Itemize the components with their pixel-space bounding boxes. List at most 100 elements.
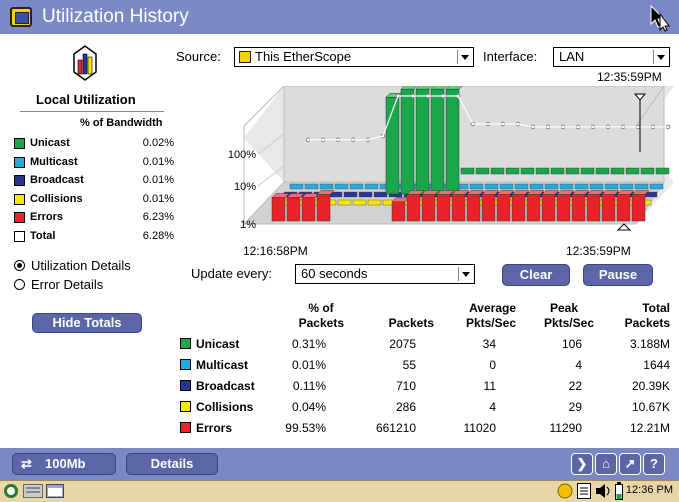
table-row: Multicast 0.01% 55 0 4 1644 xyxy=(180,355,670,375)
cell-pct: 99.53% xyxy=(285,421,326,435)
network-status-icon xyxy=(557,483,573,499)
unicast-bar xyxy=(535,167,550,175)
errors-bar xyxy=(391,201,406,222)
errors-bar xyxy=(526,194,541,222)
floor-strip xyxy=(559,183,574,190)
table-row: Collisions 0.04% 286 4 29 10.67K xyxy=(180,397,670,417)
floor-strip xyxy=(343,191,358,198)
interface-select[interactable]: LAN xyxy=(553,47,670,67)
home-icon[interactable]: ⌂ xyxy=(595,453,617,475)
floor-strip xyxy=(484,183,499,190)
table-row: Unicast 0.31% 2075 34 106 3.188M xyxy=(180,334,670,354)
cell-avg: 11 xyxy=(483,379,496,393)
protocol-name: Unicast xyxy=(30,137,70,149)
floor-strip xyxy=(589,183,604,190)
window-icon[interactable] xyxy=(46,484,64,498)
error-details-radio[interactable]: Error Details xyxy=(14,277,103,292)
header-line: Peak xyxy=(549,301,579,315)
floor-strip xyxy=(289,183,304,190)
errors-bar xyxy=(286,197,301,222)
source-select[interactable]: This EtherScope xyxy=(234,47,474,67)
header-line: Packets xyxy=(624,316,670,330)
local-utilization-row: Broadcast 0.01% xyxy=(14,173,174,189)
cell-peak: 29 xyxy=(568,400,582,414)
radio-label: Error Details xyxy=(31,277,104,292)
divider xyxy=(20,111,164,112)
errors-bar xyxy=(406,194,421,222)
errors-bar xyxy=(511,194,526,222)
col-header-peak: Peak Pkts/Sec xyxy=(534,301,594,331)
unicast-bar xyxy=(505,167,520,175)
floor-strip xyxy=(544,183,559,190)
cell-packets: 2075 xyxy=(389,337,416,351)
errors-bar xyxy=(466,194,481,222)
speed-button[interactable]: ⇄ 100Mb xyxy=(12,453,116,475)
color-swatch xyxy=(180,401,191,412)
errors-bar xyxy=(421,194,436,222)
floor-strip xyxy=(358,191,373,198)
cell-packets: 55 xyxy=(402,358,416,372)
unicast-bar xyxy=(445,88,460,195)
pause-button[interactable]: Pause xyxy=(583,264,653,286)
protocol-name: Collisions xyxy=(30,192,83,205)
table-row: Errors 99.53% 661210 11020 11290 12.21M xyxy=(180,418,670,438)
color-swatch xyxy=(180,422,191,433)
tools-icon[interactable]: ↗ xyxy=(619,453,641,475)
floor-strip xyxy=(319,183,334,190)
local-utilization-row: Total 6.28% xyxy=(14,229,174,245)
col-header-pct: % of Packets xyxy=(298,301,344,331)
protocol-name: Unicast xyxy=(196,337,240,351)
update-interval-value: 60 seconds xyxy=(301,266,368,281)
chevron-down-icon xyxy=(653,50,667,64)
unicast-bar xyxy=(640,167,655,175)
clear-button[interactable]: Clear xyxy=(502,264,570,286)
color-swatch xyxy=(14,193,25,205)
cell-pct: 0.01% xyxy=(291,358,326,372)
utilization-details-radio[interactable]: Utilization Details xyxy=(14,258,131,273)
errors-bar xyxy=(316,194,331,222)
local-utilization-title: Local Utilization xyxy=(36,92,136,107)
app-window: Utilization History Source: This EtherSc… xyxy=(0,0,679,502)
floor-strip xyxy=(649,183,664,190)
floor-strip xyxy=(304,183,319,190)
protocol-name: Multicast xyxy=(30,155,78,168)
cell-packets: 661210 xyxy=(375,421,416,435)
y-tick-label: 1% xyxy=(240,219,256,231)
details-button[interactable]: Details xyxy=(126,453,218,475)
battery-icon xyxy=(615,482,623,500)
errors-bar xyxy=(451,194,466,222)
color-swatch xyxy=(14,230,25,242)
bandwidth-value: 0.01% xyxy=(142,155,174,168)
clock: 12:36 PM xyxy=(625,484,673,496)
interface-label: Interface: xyxy=(483,49,538,64)
color-swatch xyxy=(14,212,25,223)
update-interval-select[interactable]: 60 seconds xyxy=(295,264,475,284)
unicast-bar xyxy=(655,167,670,175)
hide-totals-button[interactable]: Hide Totals xyxy=(32,313,142,333)
cell-peak: 22 xyxy=(568,379,582,393)
unicast-bar xyxy=(550,167,565,175)
errors-bar xyxy=(571,194,586,222)
floor-strip xyxy=(469,183,484,190)
bandwidth-value: 0.01% xyxy=(142,192,174,205)
radio-label: Utilization Details xyxy=(31,258,131,273)
cell-avg: 0 xyxy=(489,358,496,372)
floor-strip xyxy=(499,183,514,190)
floor-strip xyxy=(574,183,589,190)
speaker-icon xyxy=(596,484,610,498)
help-icon[interactable]: ? xyxy=(643,453,665,475)
cell-peak: 4 xyxy=(575,358,582,372)
back-icon[interactable]: ❯ xyxy=(571,453,593,475)
cell-total: 12.21M xyxy=(629,421,670,435)
keyboard-icon[interactable] xyxy=(23,484,43,498)
local-utilization-row: Multicast 0.01% xyxy=(14,155,174,171)
protocol-name: Total xyxy=(30,229,56,242)
floor-strip xyxy=(334,183,349,190)
start-icon[interactable] xyxy=(3,483,19,499)
bandwidth-value: 0.01% xyxy=(142,174,174,186)
cell-packets: 710 xyxy=(395,379,416,393)
pointer-help-icon[interactable] xyxy=(647,4,671,32)
protocol-name: Collisions xyxy=(196,400,254,414)
unicast-bar xyxy=(565,167,580,175)
cell-packets: 286 xyxy=(395,400,416,414)
